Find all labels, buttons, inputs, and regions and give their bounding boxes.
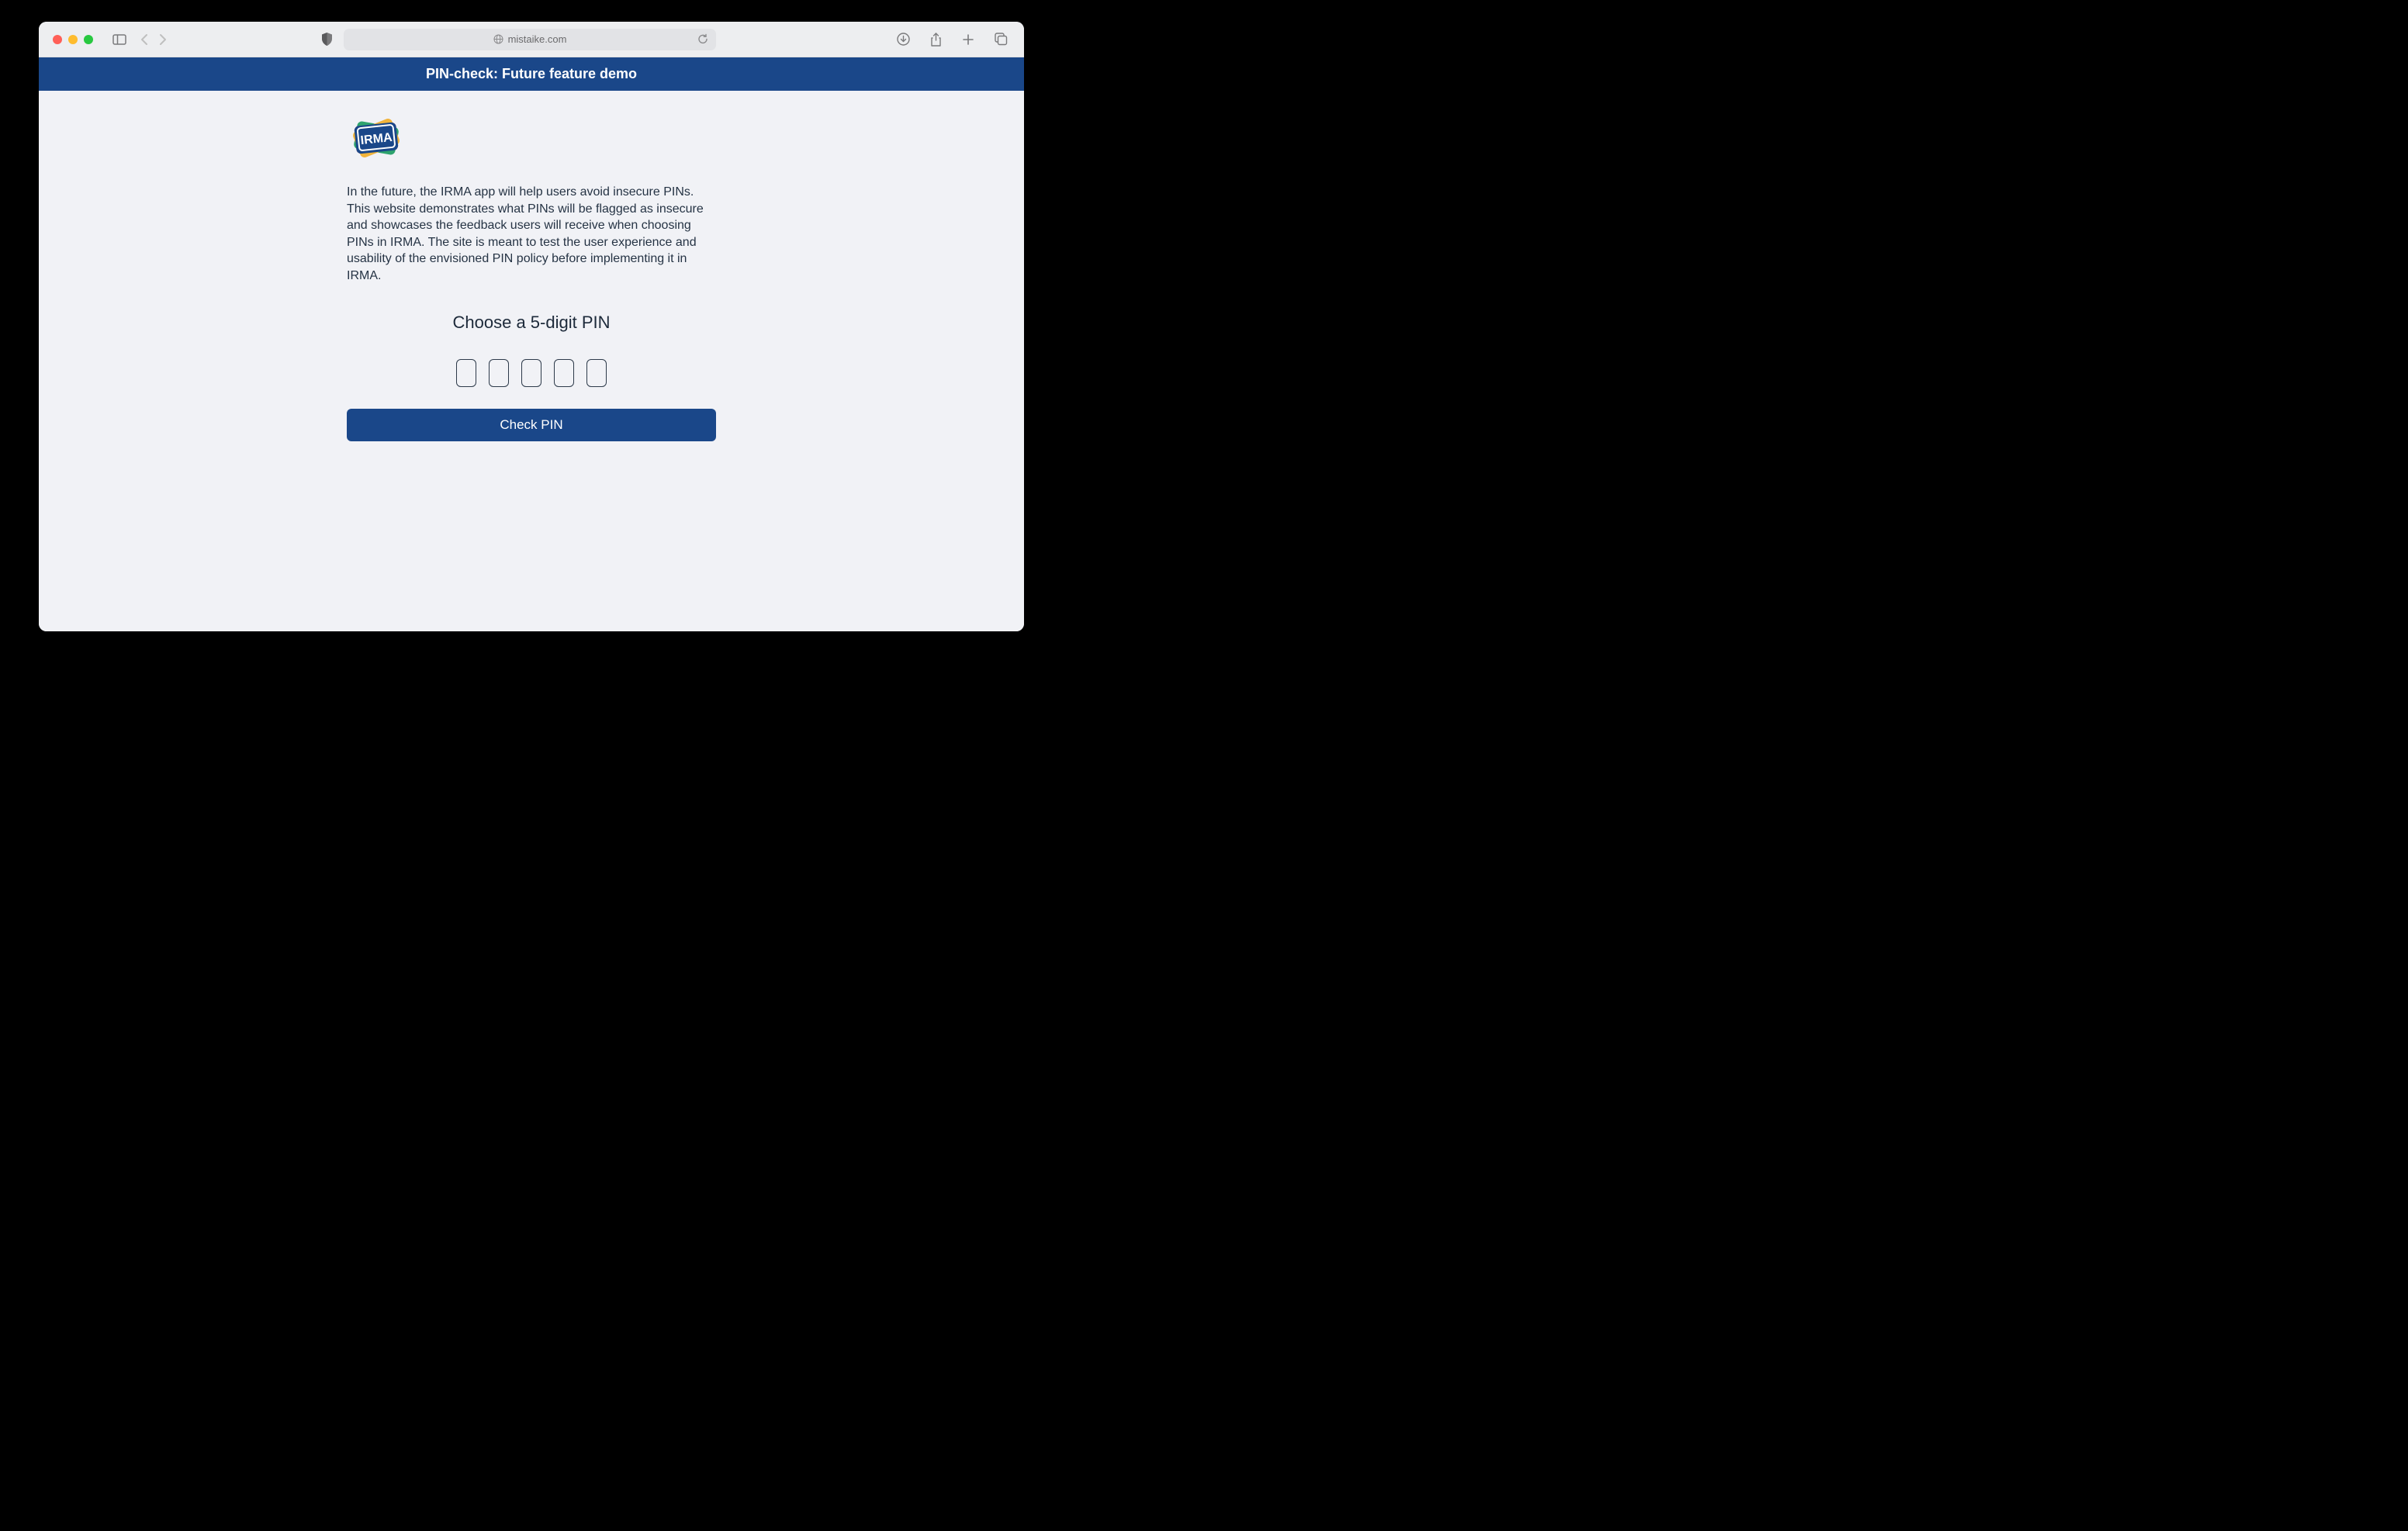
toolbar-right-icons [894,30,1010,49]
logo: IRMA [347,112,716,164]
minimize-window-button[interactable] [68,35,78,44]
nav-arrows [140,33,168,46]
window-controls [53,35,93,44]
reload-icon[interactable] [697,33,708,45]
page-content: IRMA In the future, the IRMA app will he… [347,112,716,441]
globe-icon [493,34,503,44]
url-text: mistaike.com [508,33,567,45]
close-window-button[interactable] [53,35,62,44]
pin-input-row [347,359,716,387]
new-tab-icon[interactable] [959,30,977,49]
description-text: In the future, the IRMA app will help us… [347,184,716,285]
address-bar[interactable]: mistaike.com [344,29,716,50]
check-pin-button[interactable]: Check PIN [347,409,716,441]
pin-digit-1[interactable] [456,359,476,387]
prompt-heading: Choose a 5-digit PIN [347,313,716,333]
forward-button[interactable] [159,33,168,46]
page-title-bar: PIN-check: Future feature demo [39,57,1024,91]
back-button[interactable] [140,33,148,46]
browser-toolbar: mistaike.com [39,22,1024,57]
fullscreen-window-button[interactable] [84,35,93,44]
irma-logo-icon: IRMA [347,112,406,164]
pin-digit-4[interactable] [554,359,574,387]
page-body: PIN-check: Future feature demo IRMA In t… [39,57,1024,631]
page-title: PIN-check: Future feature demo [426,66,637,81]
tabs-overview-icon[interactable] [991,30,1010,49]
browser-window: mistaike.com PIN-check: [39,22,1024,631]
pin-digit-3[interactable] [521,359,541,387]
pin-digit-2[interactable] [489,359,509,387]
sidebar-toggle-icon[interactable] [110,30,129,49]
share-icon[interactable] [926,30,945,49]
pin-digit-5[interactable] [586,359,607,387]
privacy-shield-icon[interactable] [317,30,336,49]
downloads-icon[interactable] [894,30,912,49]
